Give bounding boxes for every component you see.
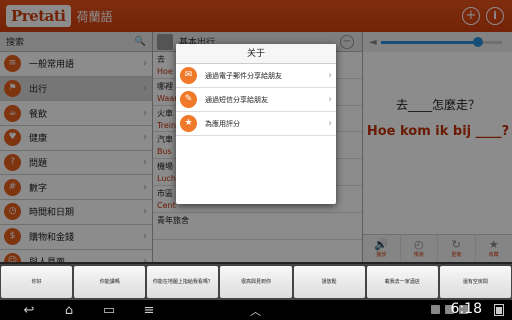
quick-phrase-strip: 你好 你能讀嗎 你能在地圖上指給我看嗎？ 很高興見到你 請放鬆 載我去一家酒店 還有空房間 xyxy=(0,262,512,300)
battery-icon xyxy=(494,304,504,316)
quick-phrase-key[interactable]: 載我去一家酒店 xyxy=(366,266,438,298)
quick-phrase-key[interactable]: 很高興見到你 xyxy=(220,266,292,298)
notification-icon xyxy=(431,305,440,314)
dialog-menu-item[interactable]: ★ 為應用評分 › xyxy=(176,112,336,136)
quick-phrase-key[interactable]: 你好 xyxy=(1,266,73,298)
home-icon[interactable]: ⌂ xyxy=(58,303,80,318)
back-icon[interactable]: ↩ xyxy=(18,303,40,318)
recent-apps-icon[interactable]: ▭ xyxy=(98,303,120,318)
chevron-right-icon: › xyxy=(328,70,332,81)
dialog-menu-item[interactable]: ✎ 通過短信分享給朋友 › xyxy=(176,88,336,112)
quick-phrase-key[interactable]: 請放鬆 xyxy=(293,266,365,298)
about-dialog: 关于 ✉ 通過電子郵件分享給朋友 › ✎ 通過短信分享給朋友 › ★ 為應用評分 › xyxy=(176,44,336,204)
quick-phrase-key[interactable]: 還有空房間 xyxy=(439,266,511,298)
quick-phrase-key[interactable]: 你能在地圖上指給我看嗎？ xyxy=(147,266,219,298)
dialog-item-label: 通過電子郵件分享給朋友 xyxy=(205,71,282,80)
star-icon: ★ xyxy=(180,115,197,132)
sms-icon: ✎ xyxy=(180,91,197,108)
dialog-menu-item[interactable]: ✉ 通過電子郵件分享給朋友 › xyxy=(176,64,336,88)
quick-phrase-key[interactable]: 你能讀嗎 xyxy=(74,266,146,298)
chevron-right-icon: › xyxy=(328,118,332,129)
chevron-up-icon[interactable]: ︿ xyxy=(250,303,261,319)
dialog-title: 关于 xyxy=(176,44,336,64)
chevron-right-icon: › xyxy=(328,94,332,105)
clock[interactable]: 6:18 xyxy=(451,301,482,317)
envelope-icon: ✉ xyxy=(180,67,197,84)
menu-icon[interactable]: ≡ xyxy=(138,303,160,318)
system-nav-bar: ↩ ⌂ ▭ ≡ ︿ 6:18 xyxy=(0,300,512,320)
dialog-item-label: 通過短信分享給朋友 xyxy=(205,95,268,104)
dialog-item-label: 為應用評分 xyxy=(205,119,240,128)
